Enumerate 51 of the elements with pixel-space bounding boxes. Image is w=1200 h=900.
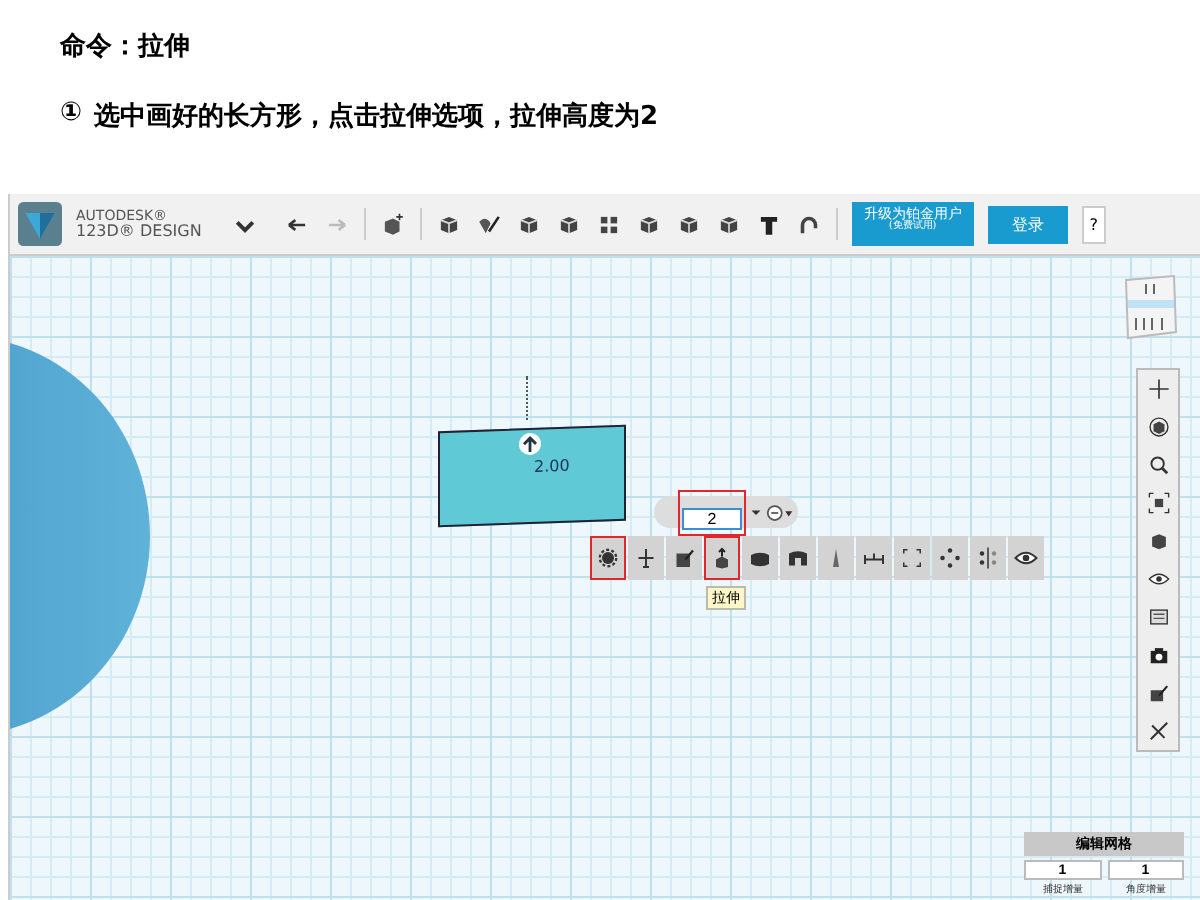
shell-icon[interactable] [786,546,810,570]
rectangle-shape[interactable]: 2.00 [438,424,626,528]
zoom-icon[interactable] [1147,454,1169,476]
view-cube[interactable] [1120,272,1180,344]
cube-icon[interactable] [675,211,702,237]
tool-button[interactable] [1008,536,1044,580]
cube-icon[interactable] [435,211,462,237]
add-cube-icon[interactable] [379,211,406,237]
split-icon[interactable] [976,546,1000,570]
eye-icon[interactable] [1014,546,1038,570]
fit-icon[interactable] [1147,492,1169,514]
pattern-icon[interactable] [595,211,622,237]
height-input[interactable]: 2 [682,507,742,529]
tool-button[interactable] [666,536,702,580]
move-icon[interactable] [1147,378,1169,400]
guide-line [526,376,528,420]
cube-icon[interactable] [1147,530,1169,552]
tool-button[interactable] [932,536,968,580]
tool-button[interactable] [628,536,664,580]
help-button[interactable]: ? [1081,205,1106,243]
orbit-icon[interactable] [1147,416,1169,438]
cube-icon[interactable] [715,211,742,237]
dots-icon[interactable] [938,546,962,570]
camera-icon[interactable] [1147,644,1169,666]
edit-icon[interactable] [672,546,696,570]
step-marker: ① [60,98,83,132]
dimension-label: 2.00 [534,456,570,476]
edit-icon[interactable] [1147,682,1169,704]
product-name: 123D® DESIGN [76,223,202,239]
options-icon[interactable] [766,503,794,521]
corners-icon[interactable] [900,546,924,570]
material-icon[interactable] [1147,606,1169,628]
tool-button[interactable] [856,536,892,580]
text-tool-icon[interactable] [755,211,782,237]
step-text: 选中画好的长方形，点击拉伸选项，拉伸高度为2 [94,99,659,134]
eye-icon[interactable] [1147,568,1169,590]
cube-icon[interactable] [555,211,582,237]
logo-icon [18,202,62,246]
tool-button[interactable] [590,536,626,580]
tool-button[interactable] [742,536,778,580]
extrude-icon[interactable] [710,546,734,570]
heading: 命令：拉伸 [60,30,192,64]
cube-icon[interactable] [515,211,542,237]
gear-icon[interactable] [596,546,620,570]
tool-button[interactable] [704,536,740,580]
arrow-up-icon[interactable] [518,431,542,457]
caret-icon[interactable] [750,506,762,518]
tool-button[interactable] [780,536,816,580]
cube-icon[interactable] [635,211,662,237]
move-icon[interactable] [634,546,658,570]
sketch-icon[interactable] [475,211,502,237]
